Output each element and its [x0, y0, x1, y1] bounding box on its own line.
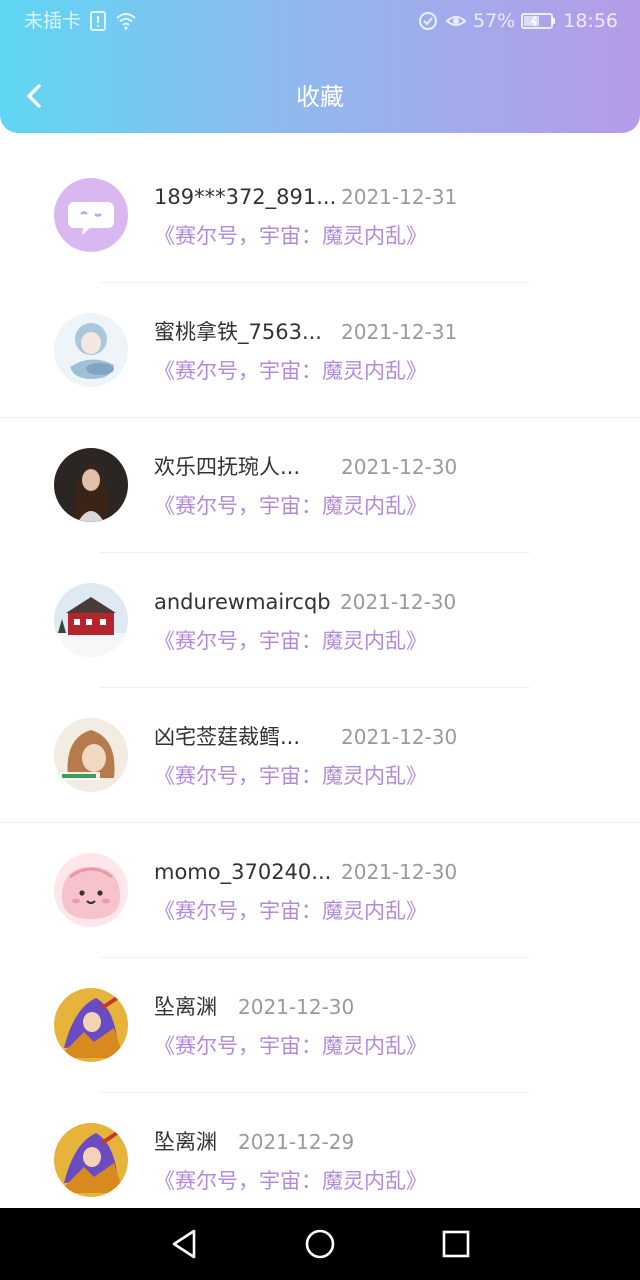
favorite-date: 2021-12-30: [341, 860, 458, 884]
anime-warrior-image: [58, 1129, 124, 1193]
anime-warrior-avatar[interactable]: [54, 1123, 128, 1197]
favorite-date: 2021-12-31: [341, 320, 458, 344]
clock: 18:56: [563, 10, 618, 32]
user-name: 189***372_891...: [154, 185, 337, 209]
anime-warrior-image: [58, 994, 124, 1058]
list-item[interactable]: 凶宅莶莛裁鳕... 2021-12-30 《赛尔号，宇宙：魔灵内乱》: [0, 688, 640, 823]
favorite-date: 2021-12-31: [341, 185, 458, 209]
work-title[interactable]: 《赛尔号，宇宙：魔灵内乱》: [154, 627, 427, 655]
pink-blob-avatar[interactable]: [54, 853, 128, 927]
favorite-date: 2021-12-30: [238, 995, 355, 1019]
work-title[interactable]: 《赛尔号，宇宙：魔灵内乱》: [154, 762, 427, 790]
user-name: andurewmaircqb: [154, 590, 331, 614]
favorite-date: 2021-12-30: [341, 455, 458, 479]
user-name: 坠离渊: [154, 995, 217, 1019]
anime-girl-avatar[interactable]: [54, 313, 128, 387]
page-title: 收藏: [296, 83, 344, 111]
header: 未插卡 57% 18:56 收藏: [0, 0, 640, 133]
data-saver-icon: [419, 12, 437, 30]
work-title[interactable]: 《赛尔号，宇宙：魔灵内乱》: [154, 492, 427, 520]
user-name: 蜜桃拿铁_7563...: [154, 320, 322, 344]
favorite-date: 2021-12-30: [340, 590, 457, 614]
work-title[interactable]: 《赛尔号，宇宙：魔灵内乱》: [154, 1167, 427, 1195]
work-title[interactable]: 《赛尔号，宇宙：魔灵内乱》: [154, 1032, 427, 1060]
system-nav-bar: [0, 1208, 640, 1280]
work-title[interactable]: 《赛尔号，宇宙：魔灵内乱》: [154, 897, 427, 925]
favorites-list: 189***372_891... 2021-12-31 《赛尔号，宇宙：魔灵内乱…: [0, 148, 640, 1208]
user-name: 坠离渊: [154, 1130, 217, 1154]
list-item[interactable]: andurewmaircqb 2021-12-30 《赛尔号，宇宙：魔灵内乱》: [0, 553, 640, 688]
list-item[interactable]: 坠离渊 2021-12-29 《赛尔号，宇宙：魔灵内乱》: [0, 1093, 640, 1208]
red-house-avatar[interactable]: [54, 583, 128, 657]
carrier-text: 未插卡: [24, 10, 82, 32]
battery-icon: [521, 13, 556, 29]
wifi-icon: [116, 13, 136, 30]
anime-warrior-avatar[interactable]: [54, 988, 128, 1062]
work-title[interactable]: 《赛尔号，宇宙：魔灵内乱》: [154, 357, 427, 385]
recents-square-icon[interactable]: [438, 1226, 474, 1262]
eye-comfort-icon: [445, 16, 467, 26]
status-left: 未插卡: [24, 9, 137, 33]
pink-blob-image: [62, 867, 120, 919]
status-right: 57% 18:56: [417, 9, 618, 33]
favorite-date: 2021-12-29: [238, 1130, 355, 1154]
woman-photo-avatar[interactable]: [54, 448, 128, 522]
list-item[interactable]: 坠离渊 2021-12-30 《赛尔号，宇宙：魔灵内乱》: [0, 958, 640, 1093]
list-item[interactable]: momo_370240... 2021-12-30 《赛尔号，宇宙：魔灵内乱》: [0, 823, 640, 958]
back-triangle-icon[interactable]: [166, 1226, 202, 1262]
red-house-image: [54, 597, 128, 657]
brown-hair-avatar[interactable]: [54, 718, 128, 792]
anime-girl-image: [70, 323, 114, 379]
battery-percent: 57%: [473, 10, 516, 32]
status-bar: 未插卡 57% 18:56: [0, 0, 640, 44]
list-item[interactable]: 欢乐四抚琬人... 2021-12-30 《赛尔号，宇宙：魔灵内乱》: [0, 418, 640, 553]
user-name: momo_370240...: [154, 860, 332, 884]
sim-alert-icon: [90, 11, 107, 31]
user-name: 凶宅莶莛裁鳕...: [154, 725, 301, 749]
work-title[interactable]: 《赛尔号，宇宙：魔灵内乱》: [154, 222, 427, 250]
brown-hair-image: [60, 730, 115, 780]
chat-bubble-avatar[interactable]: [54, 178, 128, 252]
list-item[interactable]: 189***372_891... 2021-12-31 《赛尔号，宇宙：魔灵内乱…: [0, 148, 640, 283]
user-name: 欢乐四抚琬人...: [154, 455, 301, 479]
favorite-date: 2021-12-30: [341, 725, 458, 749]
chat-bubble-icon: [68, 202, 114, 235]
nav-bar: 收藏: [0, 60, 640, 132]
home-circle-icon[interactable]: [302, 1226, 338, 1262]
list-item[interactable]: 蜜桃拿铁_7563... 2021-12-31 《赛尔号，宇宙：魔灵内乱》: [0, 283, 640, 418]
woman-photo-image: [73, 462, 109, 522]
